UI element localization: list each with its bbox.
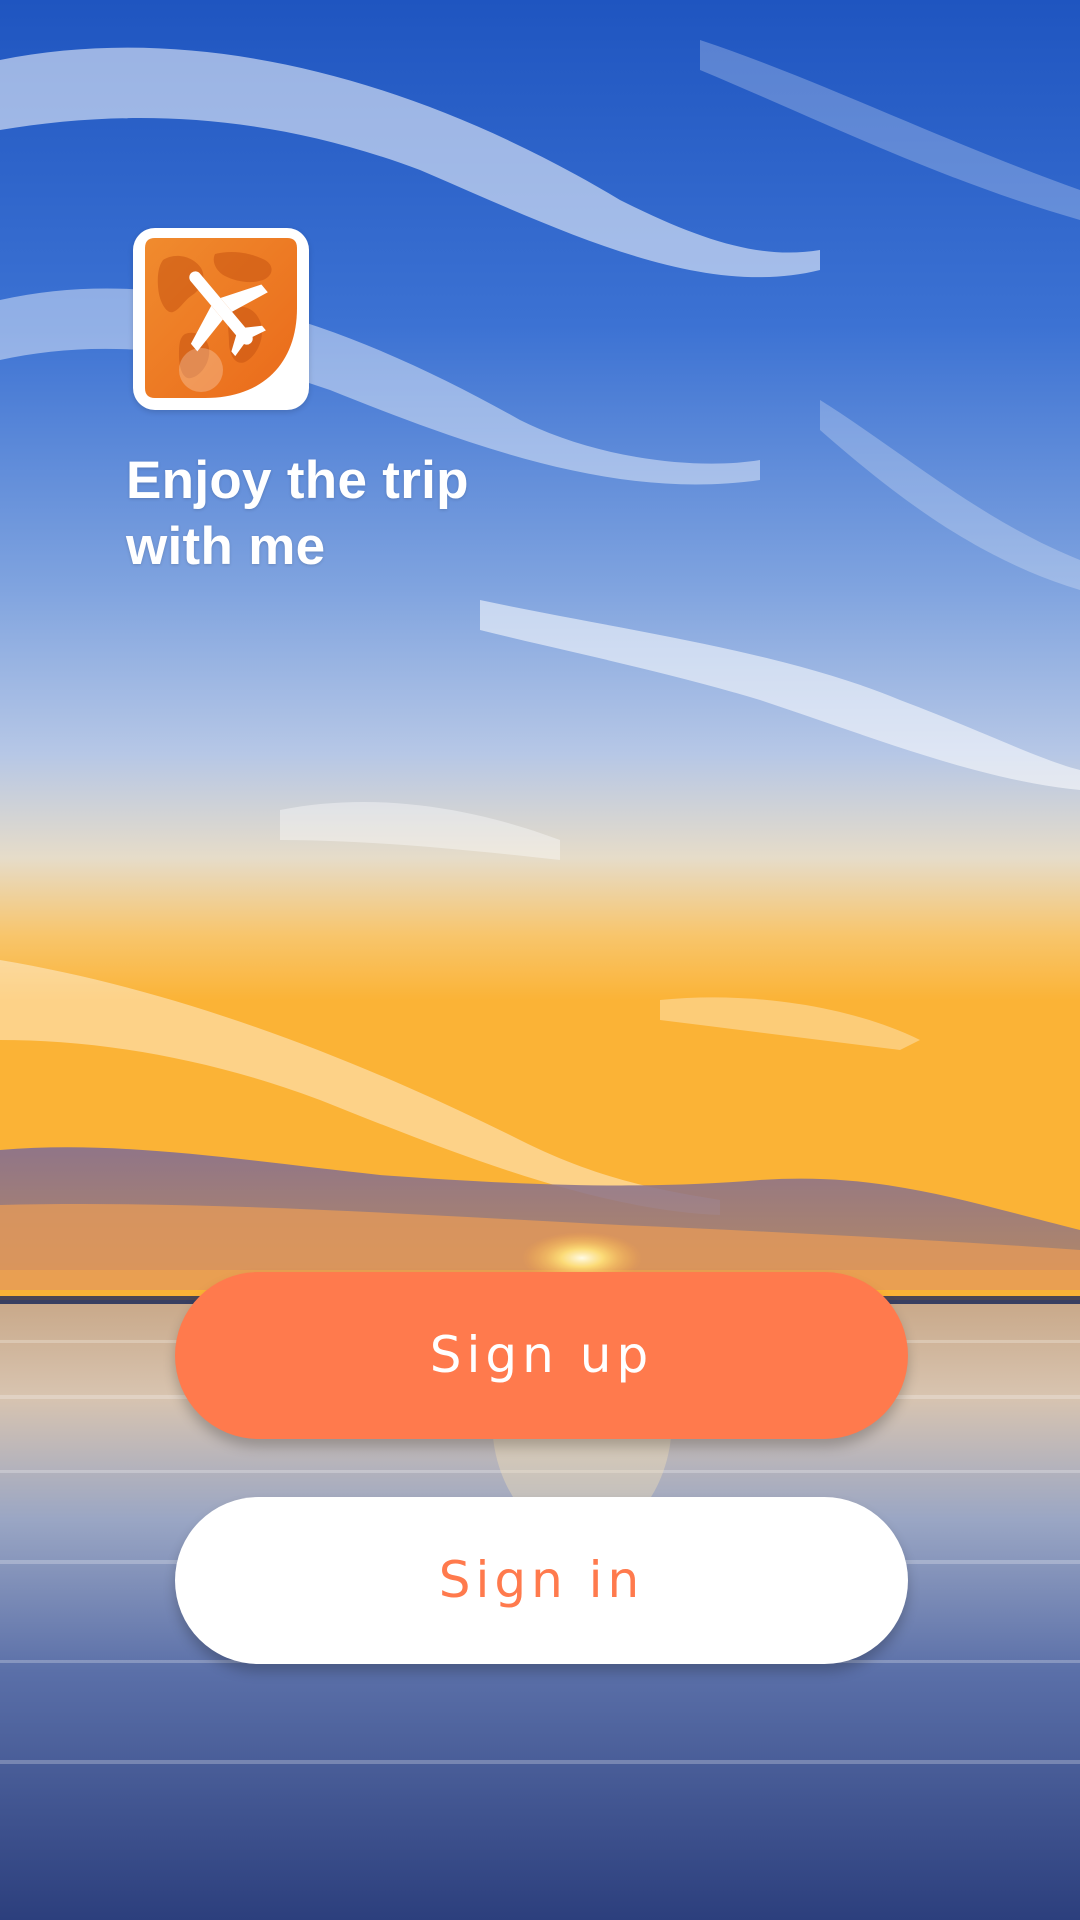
tagline-line-1: Enjoy the trip	[126, 451, 469, 510]
tagline-line-2: with me	[126, 517, 326, 576]
sign-up-button[interactable]: Sign up	[175, 1272, 908, 1439]
app-logo	[133, 228, 309, 410]
sign-in-button[interactable]: Sign in	[175, 1497, 908, 1664]
welcome-screen: Enjoy the trip with me Sign up Sign in	[0, 0, 1080, 1920]
airplane-globe-icon	[145, 238, 297, 398]
tagline: Enjoy the trip with me	[126, 448, 646, 580]
